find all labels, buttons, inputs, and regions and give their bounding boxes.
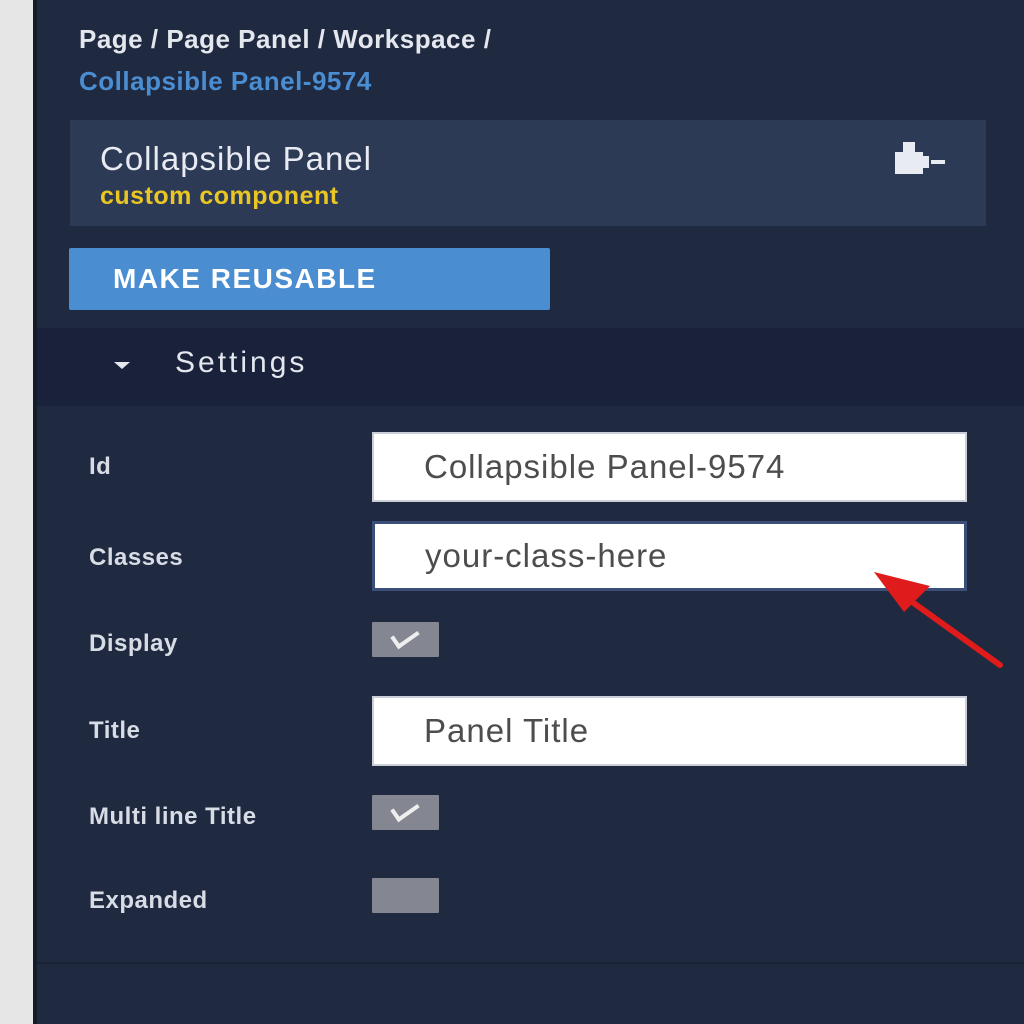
title-input[interactable]	[372, 696, 967, 766]
component-header-card: Collapsible Panel custom component	[70, 120, 986, 226]
caret-down-icon	[114, 362, 130, 369]
display-label: Display	[89, 630, 178, 657]
expanded-checkbox[interactable]	[372, 878, 439, 913]
multiline-title-checkbox[interactable]	[372, 795, 439, 830]
component-type: custom component	[100, 182, 339, 210]
breadcrumb: Page / Page Panel / Workspace / Collapsi…	[79, 18, 979, 102]
id-input[interactable]	[372, 432, 967, 502]
settings-section-header[interactable]: Settings	[37, 328, 1024, 406]
expanded-label: Expanded	[89, 887, 208, 914]
properties-panel: Page / Page Panel / Workspace / Collapsi…	[37, 0, 1024, 1024]
red-arrow-icon	[874, 572, 1003, 668]
title-label: Title	[89, 717, 141, 744]
breadcrumb-path[interactable]: Page / Page Panel / Workspace /	[79, 24, 491, 54]
puzzle-icon	[895, 142, 945, 174]
settings-label: Settings	[175, 346, 308, 379]
id-label: Id	[89, 453, 112, 480]
section-divider	[37, 962, 1024, 964]
left-edge-strip	[0, 0, 33, 1024]
checkmark-icon	[390, 622, 420, 650]
display-checkbox[interactable]	[372, 622, 439, 657]
checkmark-icon	[390, 795, 420, 823]
classes-label: Classes	[89, 544, 184, 571]
breadcrumb-current[interactable]: Collapsible Panel-9574	[79, 60, 979, 102]
make-reusable-button[interactable]: MAKE REUSABLE	[69, 248, 550, 310]
multiline-title-label: Multi line Title	[89, 803, 257, 830]
component-name: Collapsible Panel	[100, 140, 372, 177]
